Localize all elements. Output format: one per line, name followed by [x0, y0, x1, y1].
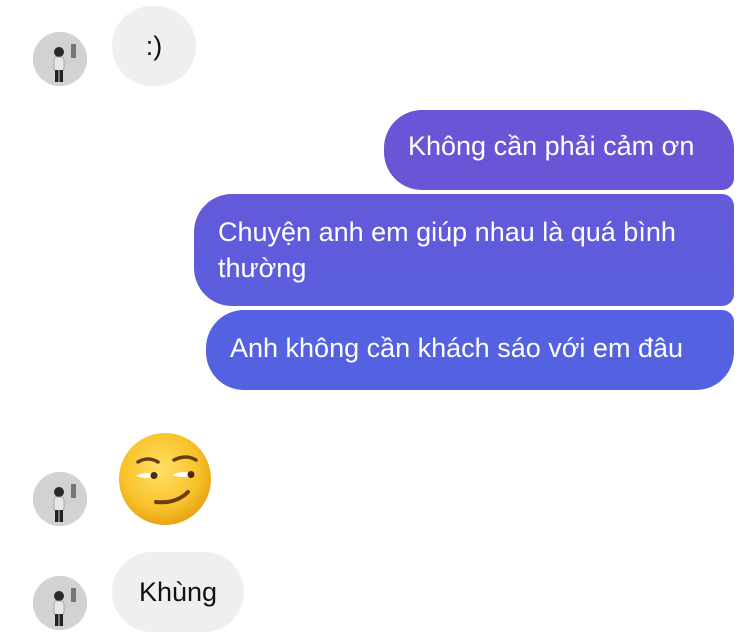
- message-text: Không cần phải cảm ơn: [408, 131, 695, 161]
- avatar-photo-icon: [33, 576, 87, 630]
- outgoing-message-bubble[interactable]: Chuyện anh em giúp nhau là quá bình thườ…: [194, 194, 734, 306]
- sender-avatar[interactable]: [33, 472, 87, 526]
- incoming-message-bubble[interactable]: Khùng: [112, 552, 244, 632]
- incoming-message-bubble[interactable]: :): [112, 6, 196, 86]
- avatar-photo-icon: [33, 472, 87, 526]
- smirking-face-emoji-message[interactable]: [116, 430, 214, 528]
- sender-avatar[interactable]: [33, 576, 87, 630]
- message-text: Chuyện anh em giúp nhau là quá bình thườ…: [218, 217, 676, 283]
- outgoing-message-bubble[interactable]: Không cần phải cảm ơn: [384, 110, 734, 190]
- outgoing-message-bubble[interactable]: Anh không cần khách sáo với em đâu: [206, 310, 734, 390]
- sender-avatar[interactable]: [33, 32, 87, 86]
- message-text: Khùng: [138, 577, 218, 607]
- message-text: Anh không cần khách sáo với em đâu: [230, 333, 683, 363]
- message-text: :): [145, 31, 163, 61]
- avatar-photo-icon: [33, 32, 87, 86]
- smirking-face-icon: [119, 433, 211, 525]
